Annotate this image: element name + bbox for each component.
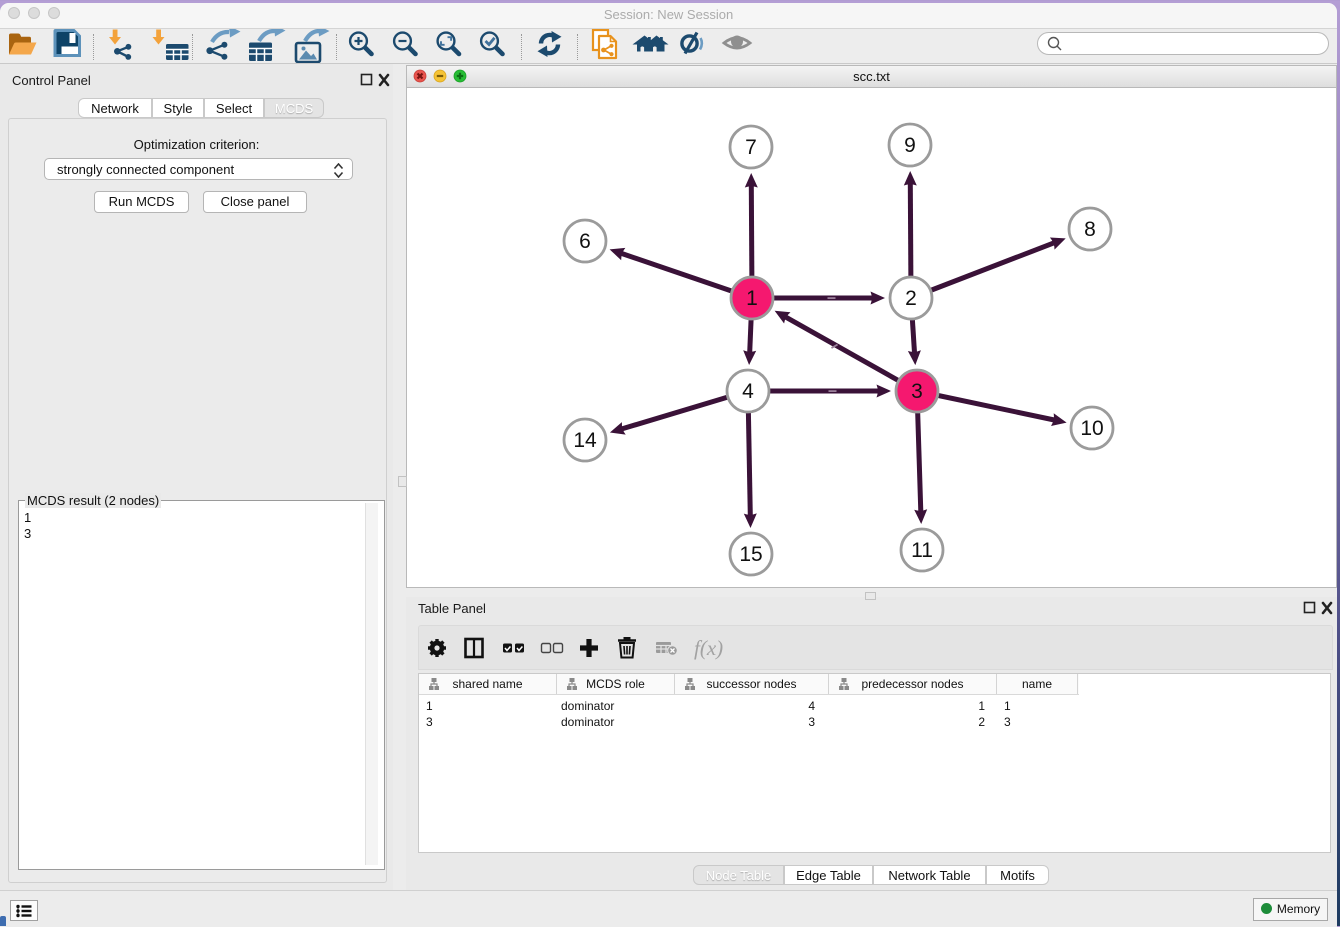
svg-text:3: 3 [911,380,923,403]
svg-text:10: 10 [1080,417,1103,440]
svg-text:1: 1 [746,287,758,310]
svg-text:14: 14 [573,429,597,452]
svg-text:f(x): f(x) [694,636,723,660]
svg-text:8: 8 [1084,218,1096,241]
svg-text:7: 7 [745,136,757,159]
svg-text:4: 4 [742,380,754,403]
svg-text:15: 15 [739,543,762,566]
svg-text:6: 6 [579,230,591,253]
svg-text:2: 2 [905,287,917,310]
svg-text:9: 9 [904,134,916,157]
svg-text:11: 11 [911,539,933,562]
